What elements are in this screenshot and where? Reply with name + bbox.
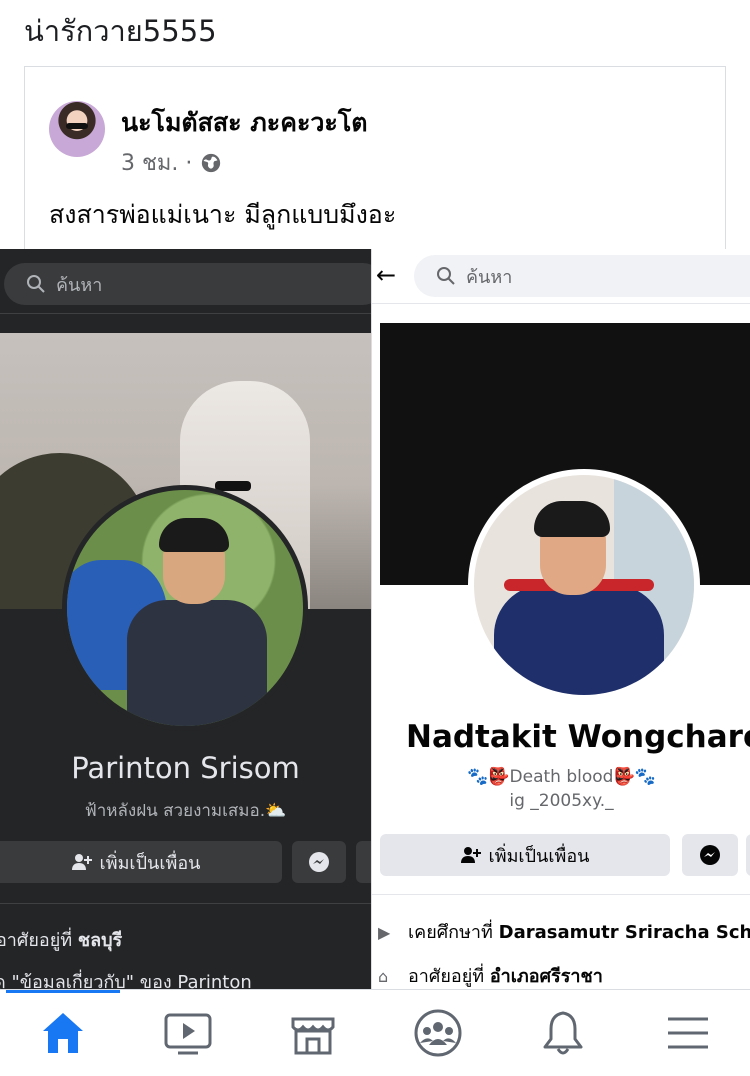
info-value[interactable]: อำเภอศรีราชา: [490, 966, 603, 987]
add-friend-icon: [460, 847, 481, 863]
left-profile-picture[interactable]: [62, 485, 308, 731]
left-more-button[interactable]: [356, 841, 371, 883]
left-profile-bio: ฟ้าหลังฝน สวยงามเสมอ.⛅: [84, 801, 287, 821]
info-value[interactable]: ชลบุรี: [78, 930, 122, 951]
caption-text: น่ารักวาย5555: [24, 14, 217, 48]
notifications-icon: [543, 1011, 582, 1055]
right-add-friend-button[interactable]: เพิ่มเป็นเพื่อน: [380, 834, 670, 876]
info-suffix: ของ Parinton: [139, 972, 252, 989]
left-add-friend-button[interactable]: เพิ่มเป็นเพื่อน: [0, 841, 282, 883]
home-icon: [42, 1013, 83, 1053]
groups-icon: [414, 1009, 461, 1057]
right-message-button[interactable]: [682, 834, 738, 876]
info-value[interactable]: Darasamutr Sriracha School: [499, 922, 750, 943]
add-friend-label: เพิ่มเป็นเพื่อน: [488, 845, 590, 867]
post-card: นะโมตัสสะ ภะคะวะโต 3 ชม. · สงสารพ่อแม่เน…: [24, 66, 726, 266]
menu-icon: [667, 1017, 708, 1049]
home-small-icon: ⌂: [378, 966, 389, 986]
nav-marketplace[interactable]: [250, 990, 375, 1076]
bottom-nav-bar: [0, 989, 750, 1076]
left-info-about[interactable]: ดู "ข้อมูลเกี่ยวกับ" ของ Parinton: [0, 967, 252, 989]
post-body-text: สงสารพ่อแม่เนาะ มีลูกแบบมึงอะ: [49, 200, 397, 229]
marketplace-icon: [291, 1017, 334, 1055]
about-link[interactable]: "ข้อมูลเกี่ยวกับ": [11, 972, 134, 989]
divider: [372, 894, 750, 895]
info-prefix: อาศัยอยู่ที่: [0, 930, 73, 951]
post-author-name[interactable]: นะโมตัสสะ ภะคะวะโต: [121, 103, 368, 143]
nav-menu[interactable]: [625, 990, 750, 1076]
post-time[interactable]: 3 ชม. ·: [121, 145, 192, 180]
divider: [0, 313, 371, 314]
left-profile-screenshot: ค้นหา Parinton Srisom ฟ้าหลังฝน สวยงามเส…: [0, 249, 371, 989]
globe-icon: [202, 153, 221, 172]
search-placeholder: ค้นหา: [466, 266, 513, 288]
search-icon: [27, 275, 45, 293]
watch-icon: [164, 1013, 211, 1055]
left-search-bar[interactable]: ค้นหา: [4, 263, 371, 305]
screen: น่ารักวาย5555 นะโมตัสสะ ภะคะวะโต 3 ชม. ·…: [0, 0, 750, 1076]
divider: [372, 303, 750, 304]
nav-groups[interactable]: [375, 990, 500, 1076]
right-profile-bio-ig: ig _2005xy._: [509, 791, 614, 811]
right-profile-bio: 🐾👺Death blood👺🐾: [467, 767, 656, 787]
left-profile-name: Parinton Srisom: [71, 751, 300, 785]
divider: [0, 903, 371, 904]
info-prefix: อาศัยอยู่ที่: [408, 966, 485, 987]
left-info-lives: อาศัยอยู่ที่ ชลบุรี: [0, 925, 122, 954]
search-placeholder: ค้นหา: [56, 274, 103, 296]
messenger-icon: [700, 845, 720, 865]
back-arrow-icon[interactable]: ←: [376, 261, 396, 289]
right-profile-picture[interactable]: [468, 469, 700, 701]
right-info-studied: ▶ เคยศึกษาที่ Darasamutr Sriracha School: [378, 917, 750, 946]
left-message-button[interactable]: [292, 841, 346, 883]
info-prefix: ดู: [0, 972, 6, 989]
search-icon: [437, 267, 455, 285]
right-search-bar[interactable]: ค้นหา: [414, 255, 750, 297]
post-meta: 3 ชม. ·: [121, 145, 222, 180]
graduation-cap-icon: ▶: [378, 922, 391, 942]
right-more-button[interactable]: [746, 834, 750, 876]
right-profile-name: Nadtakit Wongcharoen: [406, 719, 750, 755]
add-friend-icon: [71, 854, 92, 870]
info-prefix: เคยศึกษาที่: [408, 922, 493, 943]
add-friend-label: เพิ่มเป็นเพื่อน: [99, 852, 201, 874]
messenger-icon: [309, 852, 329, 872]
right-info-lives: ⌂ อาศัยอยู่ที่ อำเภอศรีราชา: [378, 961, 603, 989]
author-avatar[interactable]: [49, 101, 105, 157]
nav-watch[interactable]: [125, 990, 250, 1076]
right-profile-screenshot: ← ค้นหา Nadtakit Wongcharoen 🐾👺Death blo…: [371, 249, 750, 989]
nav-home[interactable]: [0, 990, 125, 1076]
nav-notifications[interactable]: [500, 990, 625, 1076]
